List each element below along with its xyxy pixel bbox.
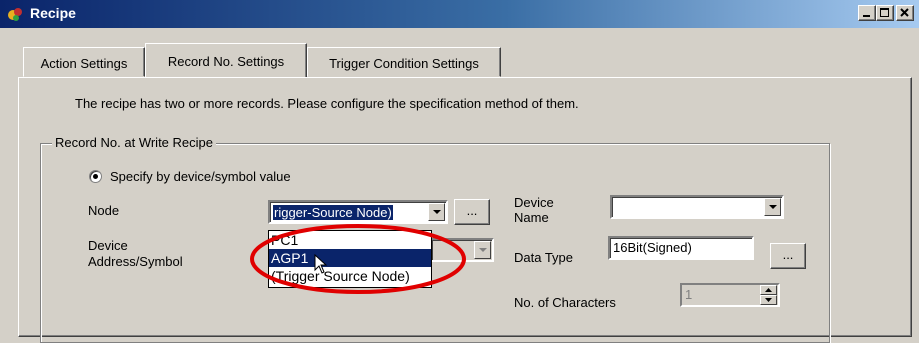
no-of-characters-value: 1	[685, 287, 693, 302]
specify-device-radio[interactable]	[89, 170, 102, 183]
title-bar[interactable]: Recipe	[0, 0, 919, 28]
description-text: The recipe has two or more records. Plea…	[75, 96, 579, 111]
recipe-app-icon	[8, 8, 22, 21]
specify-device-radio-label[interactable]: Specify by device/symbol value	[110, 169, 291, 184]
device-name-label-line1: Device	[514, 195, 554, 210]
radio-selected-dot	[93, 174, 98, 179]
node-option-trigger-source-node[interactable]: (Trigger Source Node)	[269, 267, 431, 285]
groupbox-title: Record No. at Write Recipe	[52, 135, 216, 150]
stepper-arrows	[760, 285, 777, 305]
node-select-value: rigger-Source Node)	[273, 205, 393, 220]
device-name-dropdown-button[interactable]	[764, 198, 781, 216]
device-address-select[interactable]	[430, 238, 494, 262]
minimize-icon	[863, 15, 870, 17]
data-type-label: Data Type	[514, 250, 574, 265]
device-name-label-line2: Name	[514, 210, 549, 225]
node-dropdown-button[interactable]	[428, 203, 445, 221]
node-label: Node	[88, 203, 120, 218]
maximize-button[interactable]	[876, 5, 894, 21]
tab-record-no-settings[interactable]: Record No. Settings	[145, 43, 307, 77]
device-name-select[interactable]	[610, 195, 784, 219]
tab-label: Trigger Condition Settings	[329, 56, 479, 71]
node-browse-button[interactable]: ...	[454, 199, 490, 225]
stepper-up-button	[760, 285, 777, 295]
maximize-icon	[880, 8, 889, 17]
tab-label: Record No. Settings	[167, 54, 285, 69]
stepper-down-button	[760, 295, 777, 305]
no-of-characters-label: No. of Characters	[514, 295, 616, 310]
window-title: Recipe	[30, 5, 76, 21]
chevron-down-icon	[433, 210, 441, 214]
close-icon	[900, 8, 909, 17]
tab-action-settings[interactable]: Action Settings	[23, 47, 145, 77]
close-button[interactable]	[896, 5, 914, 21]
device-name-label: Device Name	[514, 195, 554, 225]
chevron-down-icon	[479, 248, 487, 252]
no-of-characters-stepper: 1	[680, 283, 780, 307]
device-address-label: Device Address/Symbol	[88, 238, 183, 270]
chevron-down-icon	[765, 298, 772, 302]
device-address-label-line1: Device	[88, 238, 128, 253]
node-option-pc1[interactable]: PC1	[269, 231, 431, 249]
chevron-down-icon	[769, 205, 777, 209]
node-dropdown-list: PC1 AGP1 (Trigger Source Node)	[268, 230, 432, 288]
device-address-dropdown-button[interactable]	[474, 241, 491, 259]
data-type-field[interactable]: 16Bit(Signed)	[608, 236, 754, 260]
device-address-label-line2: Address/Symbol	[88, 254, 183, 269]
node-option-agp1[interactable]: AGP1	[269, 249, 431, 267]
tab-trigger-condition-settings[interactable]: Trigger Condition Settings	[307, 47, 501, 77]
minimize-button[interactable]	[858, 5, 876, 21]
node-select[interactable]: rigger-Source Node)	[268, 200, 448, 224]
chevron-up-icon	[765, 288, 772, 292]
mouse-pointer-icon	[314, 254, 328, 274]
data-type-browse-button[interactable]: ...	[770, 243, 806, 269]
tab-label: Action Settings	[40, 56, 128, 71]
